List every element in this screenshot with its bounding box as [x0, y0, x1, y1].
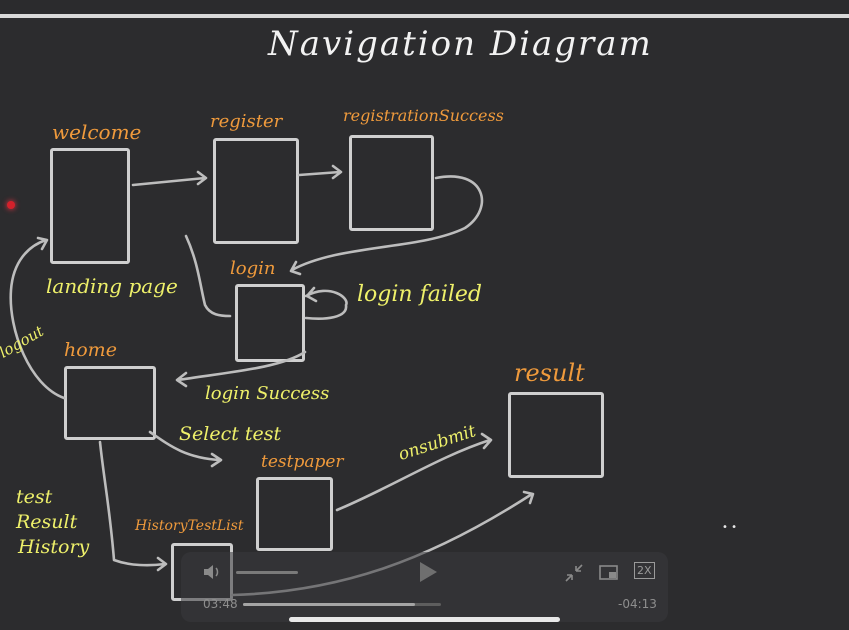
arrow-success-to-login — [289, 175, 484, 276]
remaining-time: -04:13 — [618, 597, 657, 611]
arrow-register-to-success — [297, 164, 343, 180]
home-indicator — [289, 617, 560, 622]
transition-arrows — [9, 164, 535, 597]
seek-bar[interactable] — [243, 603, 441, 606]
video-player-controls: 2X 03:48 -04:13 — [181, 552, 668, 622]
landing-page-label: landing page — [46, 274, 178, 298]
arrow-welcome-to-register — [131, 170, 208, 187]
test-result-history-line1: test — [16, 486, 53, 508]
login-success-label: login Success — [205, 383, 330, 404]
arrow-home-to-history — [98, 440, 168, 572]
register-label: register — [210, 111, 283, 132]
arrow-home-to-welcome-logout — [9, 236, 66, 400]
laser-pointer-dot — [7, 201, 15, 209]
login-failed-label: login failed — [357, 282, 482, 307]
cursor-mark: • • — [722, 522, 737, 533]
playback-speed-button[interactable]: 2X — [634, 562, 655, 579]
elapsed-time: 03:48 — [203, 597, 238, 611]
test-result-history-line3: History — [18, 536, 90, 558]
picture-in-picture-icon[interactable] — [598, 562, 620, 584]
volume-slider[interactable] — [236, 571, 298, 574]
volume-icon[interactable] — [202, 562, 222, 582]
select-test-label: Select test — [179, 423, 282, 445]
home-label: home — [64, 339, 117, 361]
testpaper-label: testpaper — [261, 452, 344, 472]
arrow-welcome-to-login — [184, 234, 232, 318]
registration-success-label: registrationSuccess — [343, 106, 504, 125]
arrow-login-to-home — [175, 350, 307, 388]
play-icon[interactable] — [417, 560, 439, 584]
history-test-list-label: HistoryTestList — [135, 518, 244, 534]
exit-fullscreen-icon[interactable] — [563, 562, 585, 584]
welcome-label: welcome — [52, 120, 142, 144]
login-label: login — [230, 258, 276, 279]
seek-bar-progress — [243, 603, 416, 606]
arrow-login-failed-loop — [304, 286, 348, 320]
test-result-history-line2: Result — [16, 511, 78, 533]
result-label: result — [514, 359, 585, 387]
